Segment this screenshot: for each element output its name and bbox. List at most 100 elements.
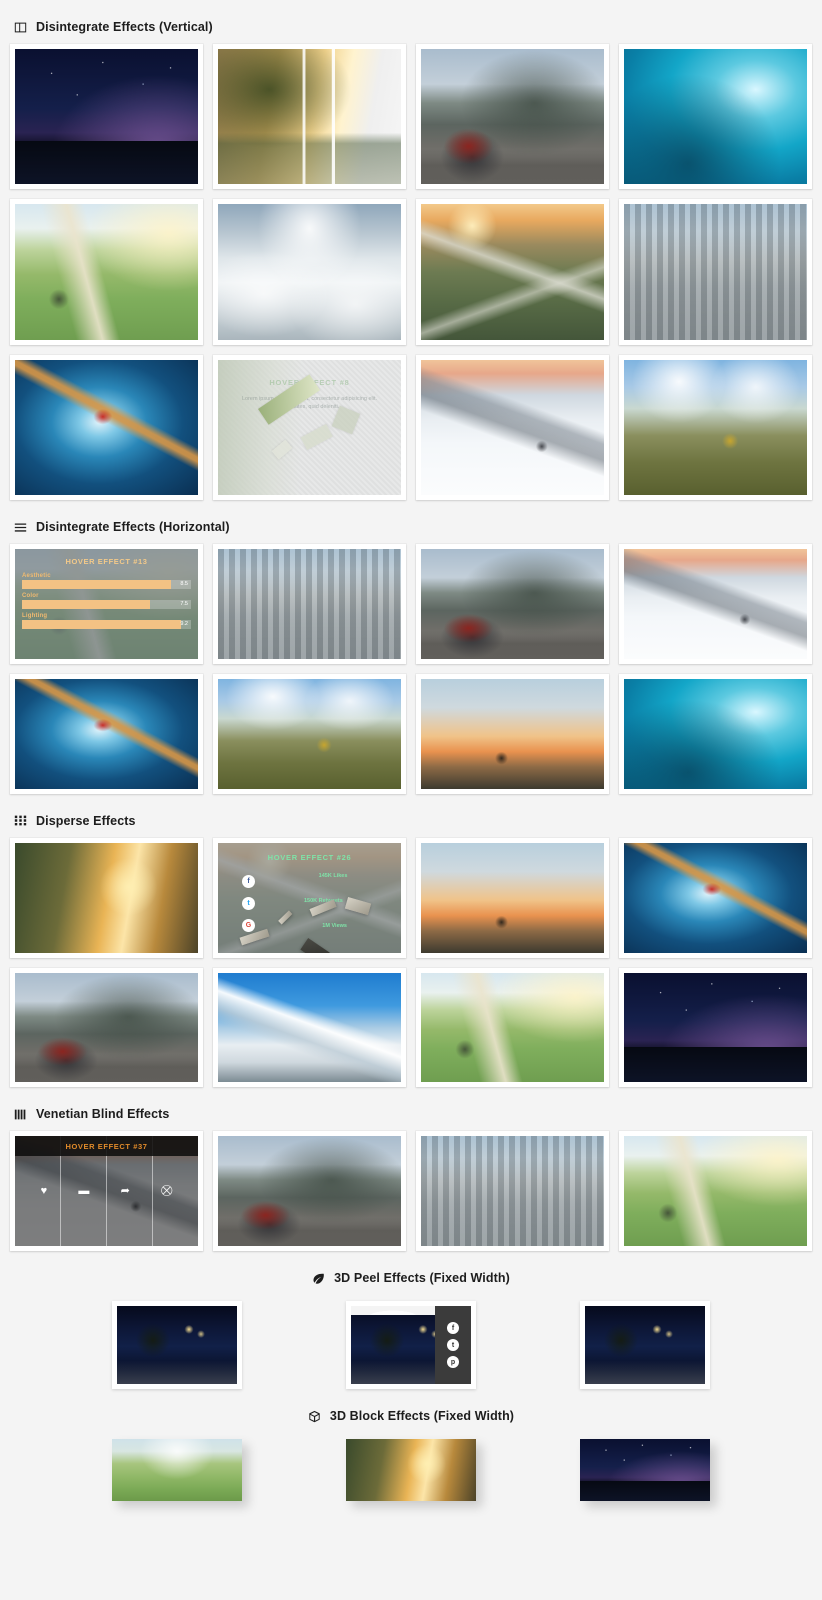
gallery-card[interactable] [580,1301,710,1390]
gallery-row-peel-3d: ftp [0,1291,822,1390]
forest-trail-sunlight [15,842,198,953]
thumbnail[interactable]: HOVER EFFECT #26 f t G 145K Likes 150K Retwee… [218,842,401,953]
thumbnail[interactable] [346,1439,476,1502]
gallery-card[interactable] [416,199,609,345]
thumbnail[interactable]: HOVER EFFECT #13 Aesthetic 8.5 Color 7.5… [15,549,198,660]
thumbnail[interactable]: HOVER EFFECT #8 Lorem ipsum dolor sit am… [218,359,401,496]
city-skyline [624,204,807,340]
gallery-card[interactable]: HOVER EFFECT #13 Aesthetic 8.5 Color 7.5… [10,544,203,665]
thumbnail[interactable] [624,842,807,953]
ice-cave-climber [15,359,198,496]
gallery-card[interactable] [213,44,406,190]
peel-curl [351,1306,435,1316]
thumbnail[interactable] [117,1306,237,1385]
gallery-card[interactable] [619,967,812,1088]
gallery-card[interactable] [10,199,203,345]
gallery-card[interactable] [213,199,406,345]
thumbnail[interactable] [15,359,198,496]
thumbnail[interactable] [624,972,807,1083]
gallery-card[interactable] [10,967,203,1088]
thumbnail[interactable] [218,204,401,340]
thumbnail[interactable] [15,972,198,1083]
skill-bar: 9.2 [22,620,191,630]
thumbnail[interactable] [624,204,807,340]
gallery-grid-venetian-blind: HOVER EFFECT #37 ♥ ▬ ➦ ⛒ [0,1127,822,1252]
thumbnail[interactable] [421,359,604,496]
gallery-card[interactable]: HOVER EFFECT #26 f t G 145K Likes 150K Retwee… [213,837,406,958]
folder-icon[interactable]: ▬ [78,1186,89,1197]
twitter-icon[interactable]: t [447,1339,459,1352]
facebook-icon[interactable]: f [242,874,255,888]
gallery-card[interactable] [416,1131,609,1252]
pinterest-icon[interactable]: p [447,1356,459,1369]
thumbnail[interactable]: HOVER EFFECT #37 ♥ ▬ ➦ ⛒ [15,1136,198,1247]
thumbnail[interactable] [15,679,198,789]
gallery-card[interactable] [346,1439,476,1502]
google-plus-icon[interactable]: G [242,918,255,932]
gallery-card[interactable] [619,837,812,958]
gallery-card[interactable] [619,544,812,665]
gallery-card[interactable] [416,354,609,501]
gallery-card[interactable]: HOVER EFFECT #8 Lorem ipsum dolor sit am… [213,354,406,501]
gallery-card[interactable] [619,1131,812,1252]
thumbnail[interactable] [218,49,401,185]
section-title: Disintegrate Effects (Vertical) [36,20,213,34]
thumbnail[interactable] [624,49,807,185]
gallery-card[interactable] [112,1439,242,1502]
gallery-card[interactable] [416,837,609,958]
favorite-icon[interactable]: ♥ [41,1186,48,1197]
thumbnail[interactable] [15,842,198,953]
gallery-card[interactable] [619,199,812,345]
thumbnail[interactable] [624,1136,807,1247]
gallery-card[interactable]: ftp [346,1301,476,1390]
thumbnail[interactable] [112,1439,242,1502]
thumbnail[interactable] [15,204,198,340]
thumbnail[interactable] [624,549,807,660]
gallery-card[interactable] [619,354,812,501]
hover-overlay-actions: HOVER EFFECT #37 ♥ ▬ ➦ ⛒ [15,1136,198,1247]
thumbnail[interactable] [421,679,604,789]
gallery-card[interactable] [112,1301,242,1390]
thumbnail[interactable] [585,1306,705,1385]
cart-icon[interactable]: ⛒ [161,1186,172,1197]
gallery-card[interactable] [619,44,812,190]
facebook-icon[interactable]: f [447,1322,459,1335]
thumbnail[interactable] [421,972,604,1083]
gallery-card[interactable]: HOVER EFFECT #37 ♥ ▬ ➦ ⛒ [10,1131,203,1252]
gallery-card[interactable] [213,1131,406,1252]
thumbnail[interactable] [421,1136,604,1247]
share-icon[interactable]: ➦ [121,1186,130,1197]
skill-label: Lighting [22,613,48,620]
gallery-card[interactable] [213,544,406,665]
thumbnail[interactable] [624,359,807,496]
thumbnail[interactable] [15,49,198,185]
gallery-card[interactable] [580,1439,710,1502]
forest-lake-sliced [218,49,401,185]
gallery-card[interactable] [10,44,203,190]
gallery-card[interactable] [416,674,609,794]
leaf-icon [312,1272,325,1285]
thumbnail[interactable] [580,1439,710,1502]
gallery-card[interactable] [10,354,203,501]
thumbnail[interactable] [421,204,604,340]
gallery-card[interactable] [213,967,406,1088]
twitter-icon[interactable]: t [242,896,255,910]
gallery-card[interactable] [10,674,203,794]
stat-label: 145K Likes [318,872,348,879]
thumbnail[interactable] [218,972,401,1083]
thumbnail[interactable]: ftp [351,1306,471,1385]
section-header-block-3d: 3D Block Effects (Fixed Width) [0,1403,822,1429]
thumbnail[interactable] [421,842,604,953]
thumbnail[interactable] [421,49,604,185]
gallery-card[interactable] [10,837,203,958]
gallery-card[interactable] [213,674,406,794]
thumbnail[interactable] [218,679,401,789]
gallery-card[interactable] [416,44,609,190]
gallery-card[interactable] [416,967,609,1088]
thumbnail[interactable] [421,549,604,660]
thumbnail[interactable] [624,679,807,789]
thumbnail[interactable] [218,549,401,660]
gallery-card[interactable] [416,544,609,665]
gallery-card[interactable] [619,674,812,794]
thumbnail[interactable] [218,1136,401,1247]
